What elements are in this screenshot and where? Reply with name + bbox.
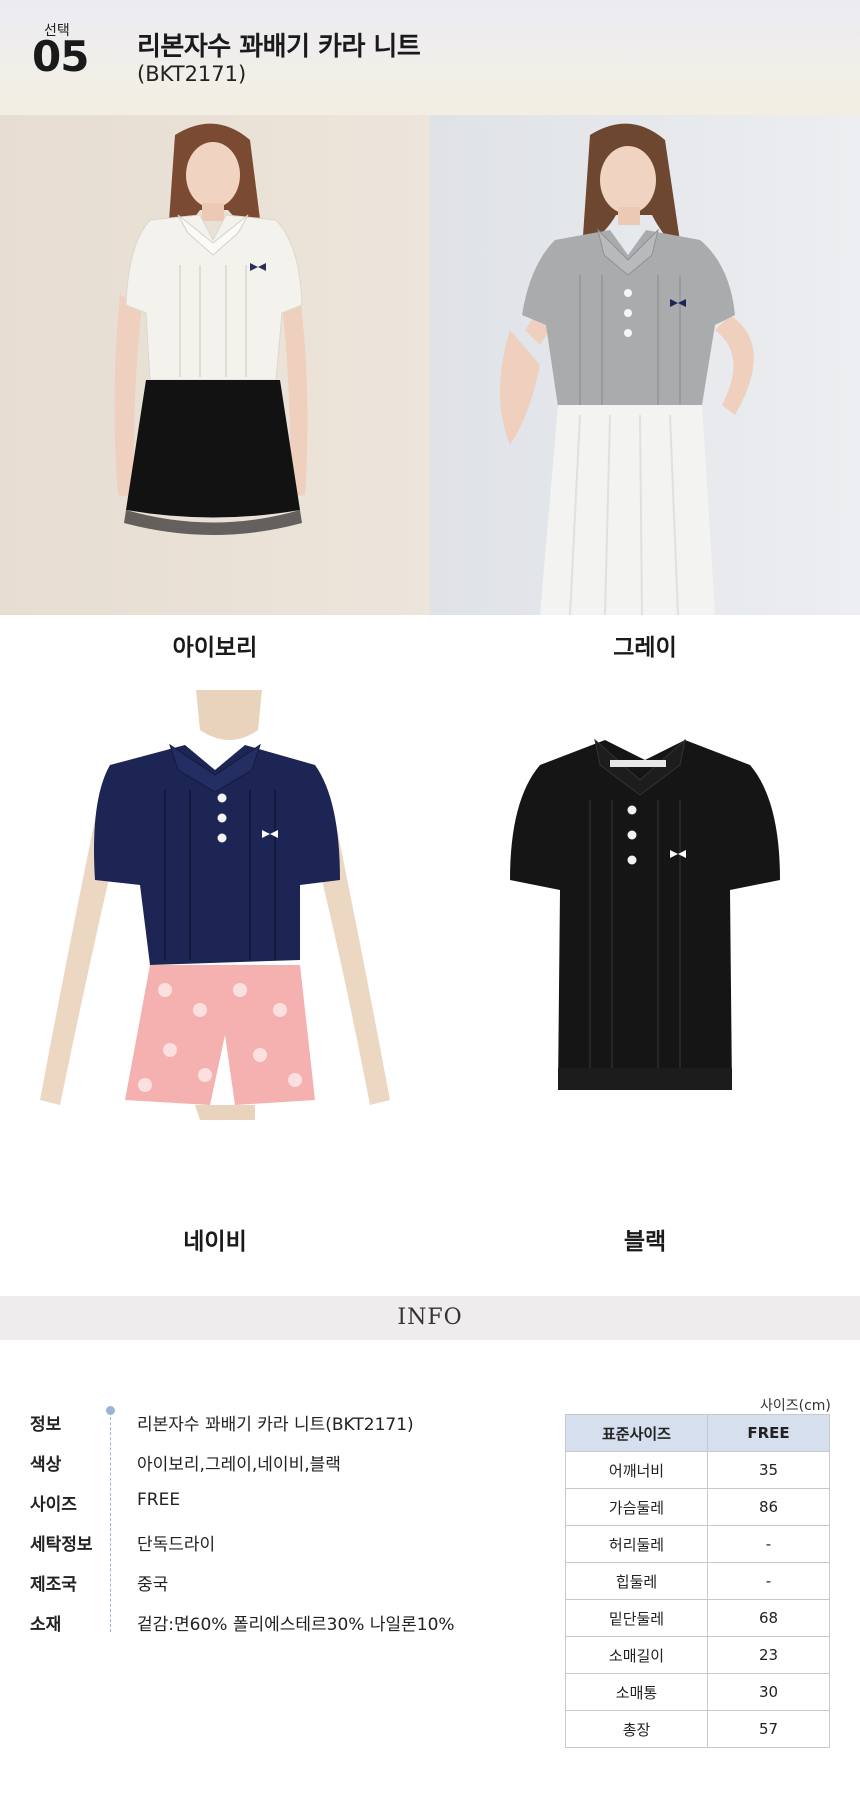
- size-value: 35: [707, 1451, 830, 1489]
- color-label-gray: 그레이: [613, 635, 677, 661]
- info-key: 색상: [30, 1455, 62, 1475]
- navy-mannequin-image: [40, 690, 390, 1120]
- table-row: 어깨너비 35: [565, 1451, 830, 1489]
- info-value: 리본자수 꽈배기 카라 니트(BKT2171): [137, 1415, 414, 1435]
- size-measure: 총장: [565, 1710, 708, 1748]
- info-row: 소재 겉감:면60% 폴리에스테르30% 나일론10%: [30, 1610, 550, 1650]
- table-row: 가슴둘레 86: [565, 1488, 830, 1526]
- table-row: 힙둘레 -: [565, 1562, 830, 1600]
- table-row: 총장 57: [565, 1710, 830, 1748]
- size-value: -: [707, 1562, 830, 1600]
- size-unit-label: 사이즈(cm): [760, 1398, 831, 1414]
- size-value: 86: [707, 1488, 830, 1526]
- black-garment-image: [510, 738, 780, 1090]
- color-label-ivory: 아이보리: [172, 635, 258, 661]
- info-key: 정보: [30, 1415, 62, 1435]
- info-row: 정보 리본자수 꽈배기 카라 니트(BKT2171): [30, 1410, 550, 1450]
- size-measure: 소매길이: [565, 1636, 708, 1674]
- size-value: 68: [707, 1599, 830, 1637]
- info-row: 사이즈 FREE: [30, 1490, 550, 1530]
- info-section-header: INFO: [0, 1296, 860, 1340]
- color-label-black: 블랙: [623, 1229, 667, 1255]
- photo-ivory: [0, 115, 430, 615]
- gray-model-image: [500, 123, 754, 615]
- photo-navy: [0, 690, 430, 1210]
- product-info-list: 정보 리본자수 꽈배기 카라 니트(BKT2171) 색상 아이보리,그레이,네…: [30, 1410, 550, 1650]
- info-key: 세탁정보: [30, 1535, 93, 1555]
- table-row: 소매통 30: [565, 1673, 830, 1711]
- product-header: 선택 05 리본자수 꽈배기 카라 니트 (BKT2171): [0, 0, 860, 115]
- size-measure: 밑단둘레: [565, 1599, 708, 1637]
- info-key: 제조국: [30, 1575, 77, 1595]
- size-value: 30: [707, 1673, 830, 1711]
- table-row: 소매길이 23: [565, 1636, 830, 1674]
- color-label-navy: 네이비: [183, 1229, 247, 1255]
- size-table: 표준사이즈 FREE 어깨너비 35 가슴둘레 86 허리둘레 - 힙둘레 - 밑단둘레…: [565, 1414, 830, 1748]
- table-row: 밑단둘레 68: [565, 1599, 830, 1637]
- size-measure: 가슴둘레: [565, 1488, 708, 1526]
- photo-gray: [430, 115, 860, 615]
- info-key: 소재: [30, 1615, 62, 1635]
- info-value: 중국: [137, 1575, 169, 1595]
- product-code: (BKT2171): [137, 62, 247, 86]
- info-value: FREE: [137, 1490, 181, 1510]
- ivory-model-image: [114, 123, 308, 535]
- size-value: 57: [707, 1710, 830, 1748]
- info-value: 아이보리,그레이,네이비,블랙: [137, 1455, 341, 1475]
- size-table-header: 표준사이즈 FREE: [565, 1414, 830, 1452]
- size-measure: 어깨너비: [565, 1451, 708, 1489]
- product-title: 리본자수 꽈배기 카라 니트: [137, 32, 421, 62]
- size-header-standard: 표준사이즈: [565, 1414, 708, 1452]
- size-value: 23: [707, 1636, 830, 1674]
- info-key: 사이즈: [30, 1495, 77, 1515]
- table-row: 허리둘레 -: [565, 1525, 830, 1563]
- info-row: 색상 아이보리,그레이,네이비,블랙: [30, 1450, 550, 1490]
- size-measure: 허리둘레: [565, 1525, 708, 1563]
- info-value: 단독드라이: [137, 1535, 216, 1555]
- select-number: 05: [32, 32, 89, 81]
- size-header-free: FREE: [707, 1414, 830, 1452]
- info-row: 세탁정보 단독드라이: [30, 1530, 550, 1570]
- photo-black: [430, 690, 860, 1210]
- size-value: -: [707, 1525, 830, 1563]
- size-measure: 소매통: [565, 1673, 708, 1711]
- info-row: 제조국 중국: [30, 1570, 550, 1610]
- size-measure: 힙둘레: [565, 1562, 708, 1600]
- info-value: 겉감:면60% 폴리에스테르30% 나일론10%: [137, 1615, 455, 1635]
